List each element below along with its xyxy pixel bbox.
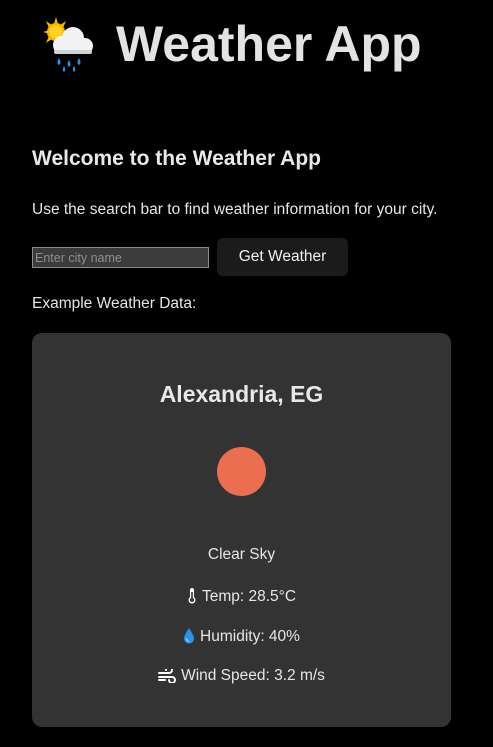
welcome-heading: Welcome to the Weather App — [32, 147, 321, 170]
thermometer-icon — [187, 587, 197, 609]
temperature-text: Temp: 28.5°C — [201, 588, 297, 605]
city-search-input[interactable] — [32, 247, 209, 268]
example-label: Example Weather Data: — [32, 295, 197, 312]
humidity-row: Humidity: 40% — [32, 627, 451, 649]
weather-app-page: Weather App Welcome to the Weather App U… — [0, 0, 493, 747]
app-header: Weather App — [40, 14, 422, 74]
app-title: Weather App — [116, 16, 422, 72]
intro-text: Use the search bar to find weather infor… — [32, 201, 438, 218]
weather-condition: Clear Sky — [207, 546, 276, 563]
get-weather-button[interactable]: Get Weather — [217, 238, 348, 276]
temperature-row: Temp: 28.5°C — [32, 587, 451, 609]
city-name: Alexandria, EG — [159, 381, 324, 407]
humidity-text: Humidity: 40% — [200, 628, 300, 645]
sun-icon — [217, 447, 266, 496]
wind-row: Wind Speed: 3.2 m/s — [32, 666, 451, 688]
wind-icon — [158, 666, 177, 688]
weather-card: Alexandria, EG Clear Sky Temp: 28.5°C Hu… — [32, 333, 451, 727]
droplet-icon — [183, 627, 195, 649]
sun-behind-rain-cloud-icon — [40, 15, 98, 73]
wind-speed-text: Wind Speed: 3.2 m/s — [181, 667, 325, 684]
